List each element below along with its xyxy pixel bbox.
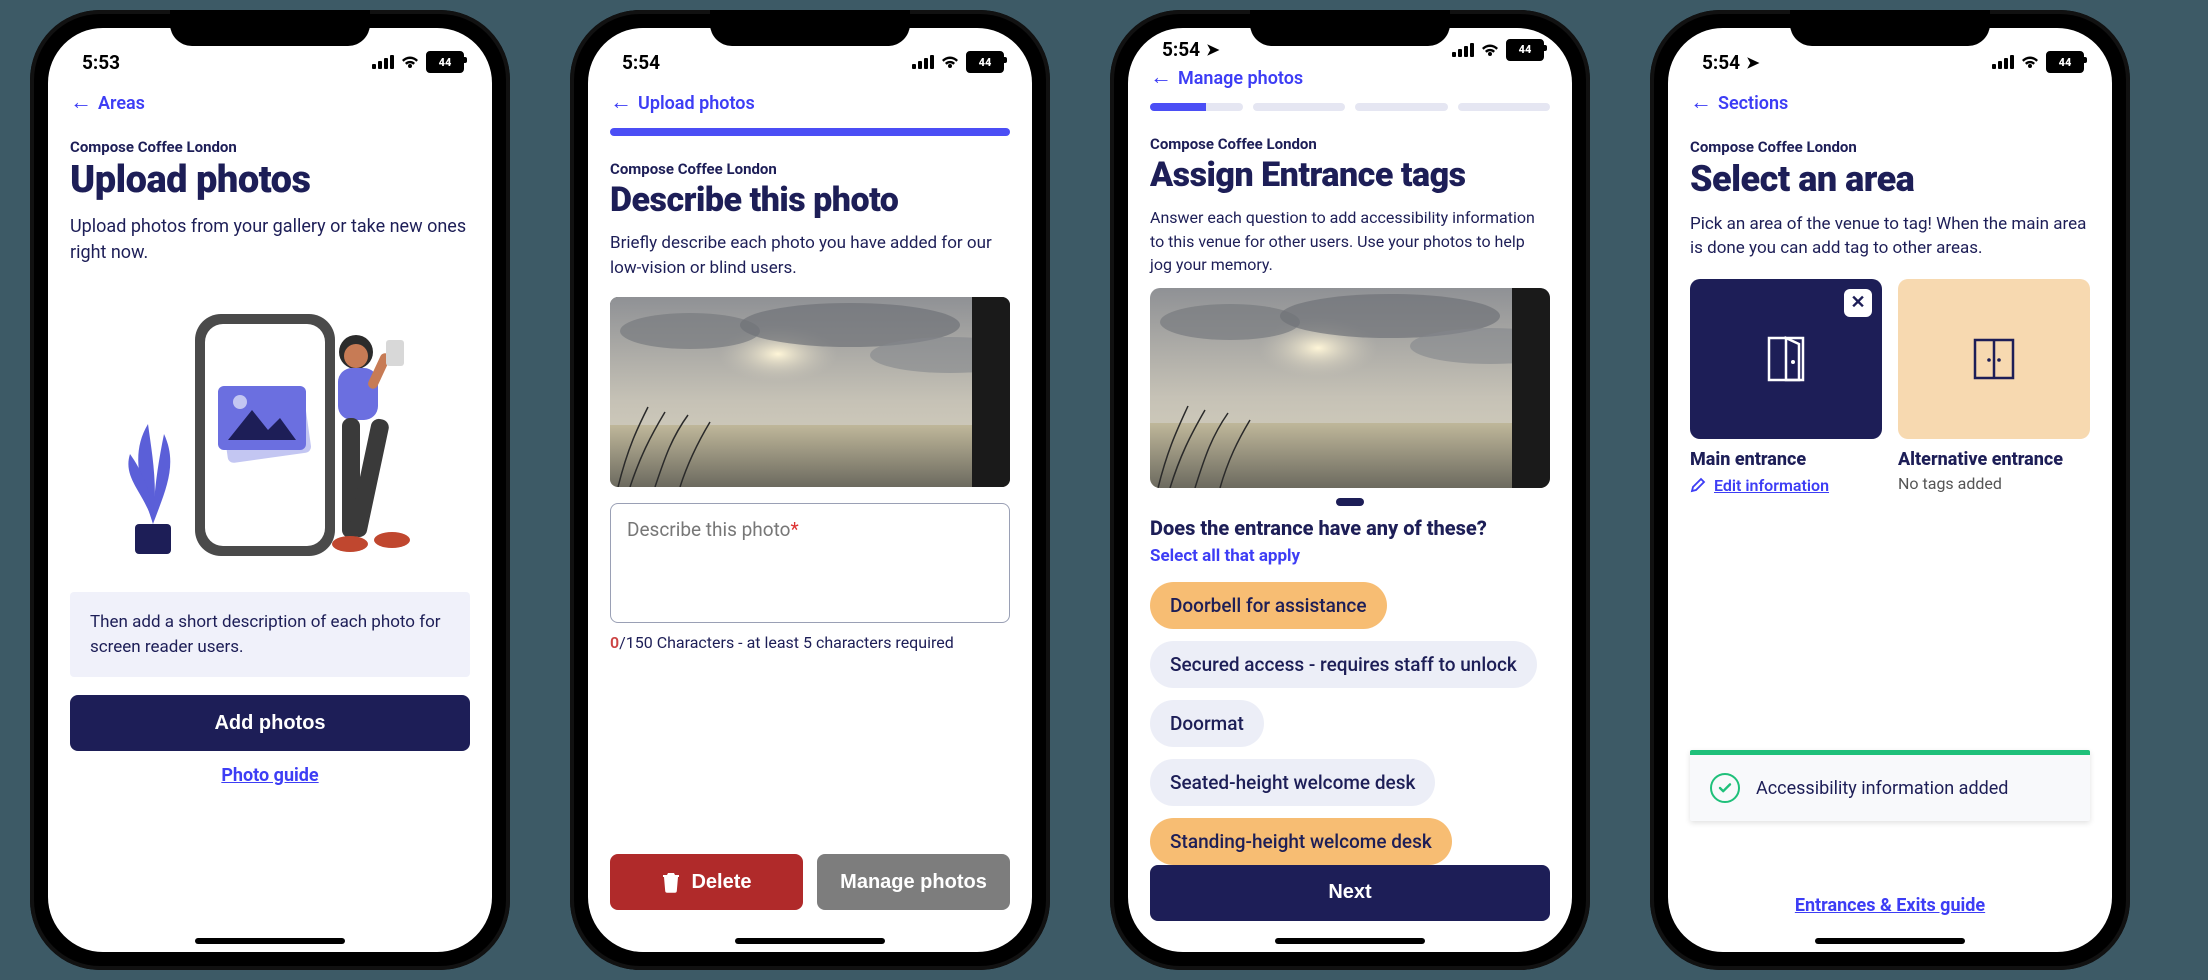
area-card-top: ✕ bbox=[1690, 279, 1882, 439]
venue-name: Compose Coffee London bbox=[1150, 135, 1550, 153]
area-card-top bbox=[1898, 279, 2090, 439]
page-title: Describe this photo bbox=[610, 182, 1010, 219]
page-title: Upload photos bbox=[70, 160, 470, 202]
page-lead: Pick an area of the venue to tag! When t… bbox=[1690, 212, 2090, 261]
battery-icon: 44 bbox=[966, 51, 1004, 73]
battery-icon: 44 bbox=[426, 51, 464, 73]
signal-icon bbox=[912, 55, 934, 69]
tag-chip[interactable]: Seated-height welcome desk bbox=[1150, 759, 1435, 806]
manage-photos-button[interactable]: Manage photos bbox=[817, 854, 1010, 910]
page-title: Select an area bbox=[1690, 160, 2090, 200]
location-icon: ➤ bbox=[1206, 40, 1219, 59]
info-box: Then add a short description of each pho… bbox=[70, 592, 470, 677]
venue-name: Compose Coffee London bbox=[70, 138, 470, 156]
phone-assign-tags: 5:54➤ 44 ← Manage photos Compose C bbox=[1110, 10, 1590, 970]
back-button[interactable]: ← Sections bbox=[1690, 92, 2090, 114]
area-card-alt[interactable]: Alternative entrance No tags added bbox=[1898, 279, 2090, 495]
page-lead: Upload photos from your gallery or take … bbox=[70, 214, 470, 266]
venue-name: Compose Coffee London bbox=[1690, 138, 2090, 156]
placeholder-text: Describe this photo bbox=[627, 518, 790, 541]
area-card-title: Main entrance bbox=[1690, 449, 1882, 470]
page-lead: Answer each question to add accessibilit… bbox=[1150, 206, 1550, 276]
tag-chips: Doorbell for assistance Secured access - … bbox=[1150, 582, 1550, 865]
char-counter: 0/150 Characters - at least 5 characters… bbox=[610, 633, 1010, 652]
back-label: Manage photos bbox=[1178, 68, 1303, 89]
signal-icon bbox=[372, 55, 394, 69]
toast-text: Accessibility information added bbox=[1756, 778, 2008, 799]
question-title: Does the entrance have any of these? bbox=[1150, 516, 1550, 540]
arrow-left-icon: ← bbox=[1150, 67, 1172, 89]
status-time: 5:54 bbox=[1162, 38, 1200, 61]
signal-icon bbox=[1992, 55, 2014, 69]
page-lead: Briefly describe each photo you have add… bbox=[610, 231, 1010, 280]
area-card-subtitle: No tags added bbox=[1898, 474, 2090, 493]
progress-bar bbox=[610, 128, 1010, 136]
back-label: Sections bbox=[1718, 93, 1788, 114]
tag-chip[interactable]: Doorbell for assistance bbox=[1150, 582, 1387, 629]
battery-icon: 44 bbox=[2046, 51, 2084, 73]
back-button[interactable]: ← Upload photos bbox=[610, 92, 1010, 114]
back-button[interactable]: ← Manage photos bbox=[1150, 67, 1550, 89]
trash-icon bbox=[661, 871, 681, 893]
venue-name: Compose Coffee London bbox=[610, 160, 1010, 178]
tag-chip[interactable]: Standing-height welcome desk bbox=[1150, 818, 1452, 865]
upload-illustration bbox=[100, 294, 440, 574]
arrow-left-icon: ← bbox=[1690, 92, 1712, 114]
add-photos-button[interactable]: Add photos bbox=[70, 695, 470, 751]
signal-icon bbox=[1452, 43, 1474, 57]
phone-describe-photo: 5:54 44 ← Upload photos Compose Coffee L… bbox=[570, 10, 1050, 970]
toast-success: Accessibility information added bbox=[1690, 750, 2090, 821]
pencil-icon bbox=[1690, 477, 1706, 493]
arrow-left-icon: ← bbox=[610, 92, 632, 114]
entrances-guide-link[interactable]: Entrances & Exits guide bbox=[1795, 895, 1985, 916]
back-button[interactable]: ← Areas bbox=[70, 92, 470, 114]
tag-chip[interactable]: Secured access - requires staff to unloc… bbox=[1150, 641, 1537, 688]
delete-button[interactable]: Delete bbox=[610, 854, 803, 910]
status-time: 5:54 bbox=[1702, 51, 1740, 74]
photo-guide-link[interactable]: Photo guide bbox=[221, 765, 318, 786]
area-card-main[interactable]: ✕ Main entrance Edit information bbox=[1690, 279, 1882, 495]
back-label: Upload photos bbox=[638, 93, 755, 114]
area-card-title: Alternative entrance bbox=[1898, 449, 2090, 470]
progress-bar bbox=[1150, 103, 1550, 111]
photo-thumbnail bbox=[610, 297, 1010, 487]
door-open-icon bbox=[1759, 332, 1813, 386]
description-input[interactable]: Describe this photo* bbox=[610, 503, 1010, 623]
check-icon bbox=[1710, 773, 1740, 803]
wifi-icon bbox=[940, 54, 960, 70]
edit-information-link[interactable]: Edit information bbox=[1690, 476, 1882, 495]
phone-upload-photos: 5:53 44 ← Areas Compose Coffee London Up… bbox=[30, 10, 510, 970]
location-icon: ➤ bbox=[1746, 53, 1759, 72]
photo-thumbnail bbox=[1150, 288, 1550, 488]
arrow-left-icon: ← bbox=[70, 92, 92, 114]
double-door-icon bbox=[1967, 332, 2021, 386]
pager-indicator bbox=[1336, 498, 1364, 506]
status-time: 5:53 bbox=[82, 51, 120, 74]
page-title: Assign Entrance tags bbox=[1150, 157, 1550, 194]
phone-select-area: 5:54 ➤ 44 ← Sections Compose Coffee Londo… bbox=[1650, 10, 2130, 970]
wifi-icon bbox=[400, 54, 420, 70]
wifi-icon bbox=[2020, 54, 2040, 70]
question-hint: Select all that apply bbox=[1150, 546, 1550, 566]
wifi-icon bbox=[1480, 42, 1500, 58]
next-button[interactable]: Next bbox=[1150, 865, 1550, 921]
battery-icon: 44 bbox=[1506, 39, 1544, 61]
status-time: 5:54 bbox=[622, 51, 660, 74]
tag-chip[interactable]: Doormat bbox=[1150, 700, 1264, 747]
back-label: Areas bbox=[98, 93, 145, 114]
close-icon[interactable]: ✕ bbox=[1844, 289, 1872, 317]
